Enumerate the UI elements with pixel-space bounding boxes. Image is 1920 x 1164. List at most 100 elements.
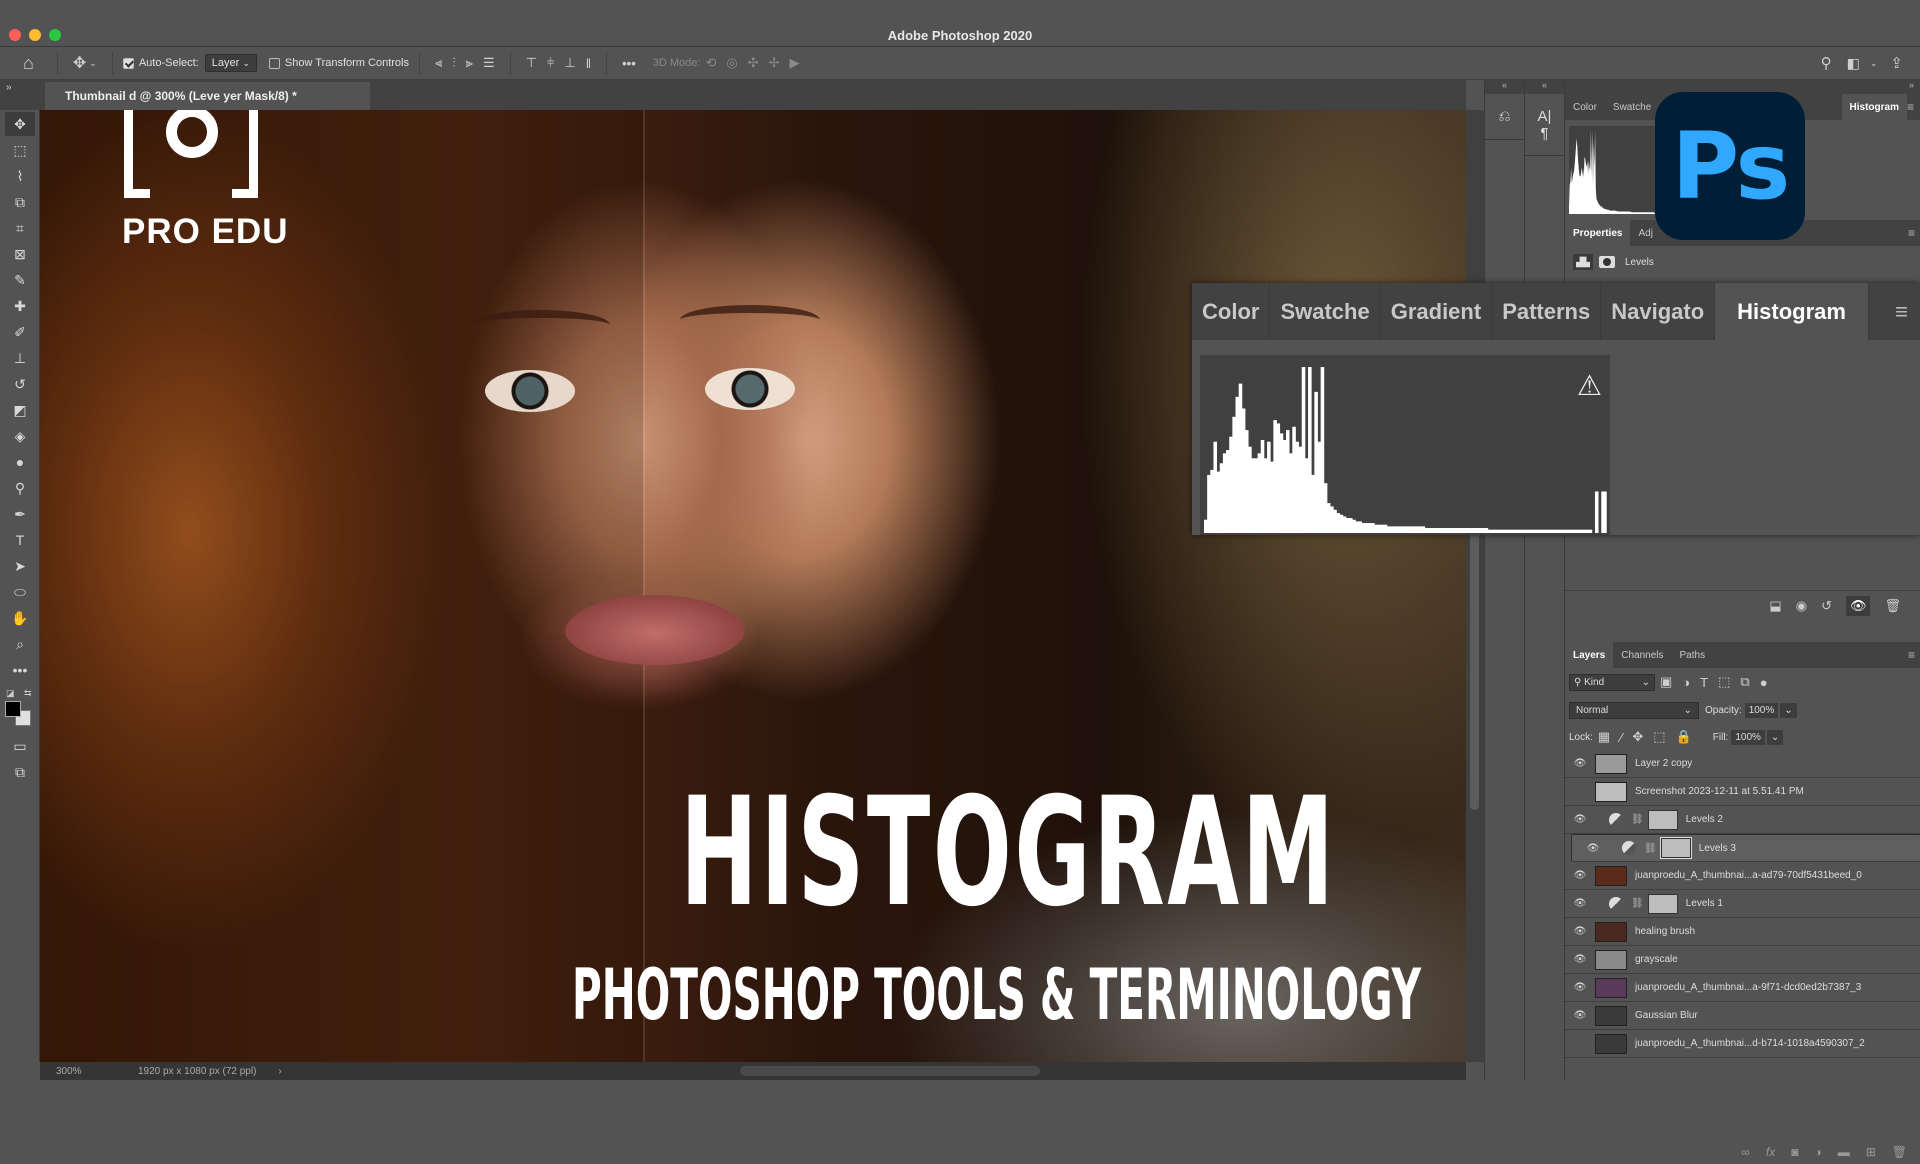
layer-thumbnail[interactable] bbox=[1595, 1005, 1627, 1026]
ellipse-tool[interactable]: ⬭ bbox=[5, 580, 35, 604]
canvas-vertical-scrollbar[interactable] bbox=[1466, 110, 1484, 1062]
filter-adjustment-icon[interactable]: ◑ bbox=[1682, 675, 1690, 690]
filter-type-icon[interactable]: T bbox=[1700, 675, 1708, 690]
layer-visibility-icon[interactable]: 👁 bbox=[1565, 814, 1595, 825]
workspace-chevron-icon[interactable]: ⌄ bbox=[1870, 58, 1878, 69]
layer-thumbnail[interactable] bbox=[1595, 1033, 1627, 1054]
layer-visibility-icon[interactable]: 👁 bbox=[1578, 843, 1608, 854]
layer-row[interactable]: 👁 Layer 2 copy bbox=[1565, 750, 1920, 778]
expand-panels-toggle-2[interactable]: « bbox=[1525, 80, 1564, 94]
align-left-icon[interactable]: ⫷ bbox=[435, 55, 442, 71]
panel-menu-icon[interactable]: ≡ bbox=[1907, 100, 1914, 114]
blend-mode-dropdown[interactable]: Normal ⌄ bbox=[1569, 701, 1699, 719]
layer-thumbnail[interactable] bbox=[1595, 949, 1627, 970]
object-select-tool[interactable]: ⧉ bbox=[5, 190, 35, 214]
edit-toolbar[interactable]: ••• bbox=[5, 658, 35, 682]
screen-mode-icon[interactable]: ⧉ bbox=[5, 760, 35, 784]
swap-colors-icon[interactable]: ⇆ bbox=[24, 688, 32, 699]
fill-input[interactable]: 100% bbox=[1731, 729, 1765, 745]
layer-visibility-icon[interactable]: 👁 bbox=[1565, 898, 1595, 909]
layer-row[interactable]: 👁 healing brush bbox=[1565, 918, 1920, 946]
hand-tool[interactable]: ✋ bbox=[5, 606, 35, 630]
align-bottom-icon[interactable]: ⊥ bbox=[564, 55, 575, 71]
lasso-tool[interactable]: ⌇ bbox=[5, 164, 35, 188]
fill-slider-toggle[interactable]: ⌄ bbox=[1766, 729, 1784, 745]
default-colors-icon[interactable]: ◪ bbox=[6, 688, 15, 699]
share-icon[interactable]: ⇪ bbox=[1890, 54, 1903, 72]
frame-tool[interactable]: ⊠ bbox=[5, 242, 35, 266]
lock-artboard-icon[interactable]: ⬚ bbox=[1653, 729, 1665, 745]
layer-mask-thumbnail[interactable] bbox=[1659, 837, 1692, 859]
align-top-icon[interactable]: ⊤ bbox=[526, 55, 537, 71]
lock-image-icon[interactable]: ⁄ bbox=[1620, 730, 1622, 745]
document-tab[interactable]: Thumbnail d @ 300% (Leve yer Mask/8) * bbox=[45, 82, 370, 110]
toolbar-collapse[interactable]: » bbox=[0, 80, 40, 110]
lock-transparency-icon[interactable]: ▦ bbox=[1598, 729, 1610, 745]
eraser-tool[interactable]: ◩ bbox=[5, 398, 35, 422]
paint-bucket-tool[interactable]: ◈ bbox=[5, 424, 35, 448]
filter-kind-dropdown[interactable]: ⚲ Kind ⌄ bbox=[1569, 673, 1655, 691]
layer-row[interactable]: Screenshot 2023-12-11 at 5.51.41 PM bbox=[1565, 778, 1920, 806]
link-icon[interactable]: ⛓ bbox=[1631, 898, 1644, 909]
tab-channels[interactable]: Channels bbox=[1613, 642, 1671, 668]
new-adjustment-icon[interactable]: ◑ bbox=[1814, 1145, 1821, 1159]
layer-visibility-icon[interactable]: 👁 bbox=[1565, 870, 1595, 881]
callout-tab-swatches[interactable]: Swatche bbox=[1270, 283, 1381, 340]
dodge-tool[interactable]: ⚲ bbox=[5, 476, 35, 500]
tab-properties[interactable]: Properties bbox=[1565, 220, 1631, 246]
callout-tab-navigator[interactable]: Navigato bbox=[1601, 283, 1716, 340]
distribute-v-icon[interactable]: ‖ bbox=[586, 56, 591, 71]
opacity-input[interactable]: 100% bbox=[1744, 702, 1779, 718]
search-icon[interactable]: ⚲ bbox=[1821, 54, 1832, 72]
layer-thumbnail[interactable] bbox=[1595, 865, 1627, 886]
layer-mask-thumbnail[interactable] bbox=[1647, 893, 1678, 914]
3d-roll-icon[interactable]: ◎ bbox=[726, 55, 737, 71]
align-right-icon[interactable]: ⫸ bbox=[466, 55, 473, 71]
align-center-h-icon[interactable]: ⫶ bbox=[452, 55, 455, 71]
lock-position-icon[interactable]: ✥ bbox=[1632, 729, 1643, 745]
layer-visibility-icon[interactable]: 👁 bbox=[1565, 758, 1595, 769]
canvas[interactable]: PRO EDU HISTOGRAM PHOTOSHOP TOOLS & TERM… bbox=[40, 110, 1466, 1062]
quick-mask-icon[interactable]: ▭ bbox=[5, 734, 35, 758]
layer-visibility-icon[interactable]: 👁 bbox=[1565, 954, 1595, 965]
lock-all-icon[interactable]: 🔒 bbox=[1676, 729, 1692, 745]
show-transform-checkbox[interactable] bbox=[268, 57, 280, 69]
cached-data-warning-icon[interactable]: ⚠ bbox=[1577, 369, 1602, 402]
layer-thumbnail[interactable] bbox=[1595, 753, 1627, 774]
3d-camera-icon[interactable]: ▶ bbox=[790, 55, 800, 71]
layer-row[interactable]: 👁 juanproedu_A_thumbnai...a-ad79-70df5431… bbox=[1565, 862, 1920, 890]
link-icon[interactable]: ⛓ bbox=[1644, 843, 1657, 854]
tab-adjustments[interactable]: Adj bbox=[1630, 220, 1660, 246]
new-group-icon[interactable]: ▬ bbox=[1838, 1145, 1850, 1159]
more-options-icon[interactable]: ••• bbox=[622, 56, 636, 71]
layer-row[interactable]: 👁 ⛓ Levels 2 bbox=[1565, 806, 1920, 834]
home-icon[interactable]: ⌂ bbox=[23, 53, 34, 74]
healing-brush-tool[interactable]: ✚ bbox=[5, 294, 35, 318]
tab-color[interactable]: Color bbox=[1565, 94, 1605, 120]
tab-histogram[interactable]: Histogram bbox=[1841, 94, 1907, 120]
brush-tool[interactable]: ✐ bbox=[5, 320, 35, 344]
auto-select-checkbox[interactable] bbox=[122, 57, 134, 69]
move-icon[interactable]: ✥ bbox=[73, 53, 86, 73]
layer-visibility-icon[interactable]: 👁 bbox=[1565, 982, 1595, 993]
properties-menu-icon[interactable]: ≡ bbox=[1908, 226, 1915, 240]
layer-thumbnail[interactable] bbox=[1595, 977, 1627, 998]
callout-menu-icon[interactable]: ≡ bbox=[1895, 299, 1908, 325]
path-select-tool[interactable]: ➤ bbox=[5, 554, 35, 578]
distribute-icon[interactable]: ☰ bbox=[483, 55, 495, 71]
foreground-color-swatch[interactable] bbox=[5, 701, 21, 717]
layer-row[interactable]: juanproedu_A_thumbnai...d-b714-1018a4590… bbox=[1565, 1030, 1920, 1058]
3d-orbit-icon[interactable]: ⟲ bbox=[705, 55, 716, 71]
pen-tool[interactable]: ✒ bbox=[5, 502, 35, 526]
filter-shape-icon[interactable]: ⬚ bbox=[1718, 674, 1730, 690]
align-middle-v-icon[interactable]: ⫩ bbox=[547, 55, 554, 71]
view-previous-icon[interactable]: ◉ bbox=[1796, 598, 1807, 614]
layer-row[interactable]: 👁 Gaussian Blur bbox=[1565, 1002, 1920, 1030]
status-menu-arrow[interactable]: › bbox=[278, 1066, 281, 1077]
zoom-level[interactable]: 300% bbox=[56, 1066, 116, 1077]
layer-mask-thumbnail[interactable] bbox=[1647, 809, 1678, 830]
workspace-icon[interactable]: ◧ bbox=[1847, 55, 1860, 72]
link-layers-icon[interactable]: ∞ bbox=[1741, 1145, 1750, 1159]
filter-smart-icon[interactable]: ⧉ bbox=[1740, 674, 1749, 690]
layer-visibility-icon[interactable]: 👁 bbox=[1565, 1010, 1595, 1021]
